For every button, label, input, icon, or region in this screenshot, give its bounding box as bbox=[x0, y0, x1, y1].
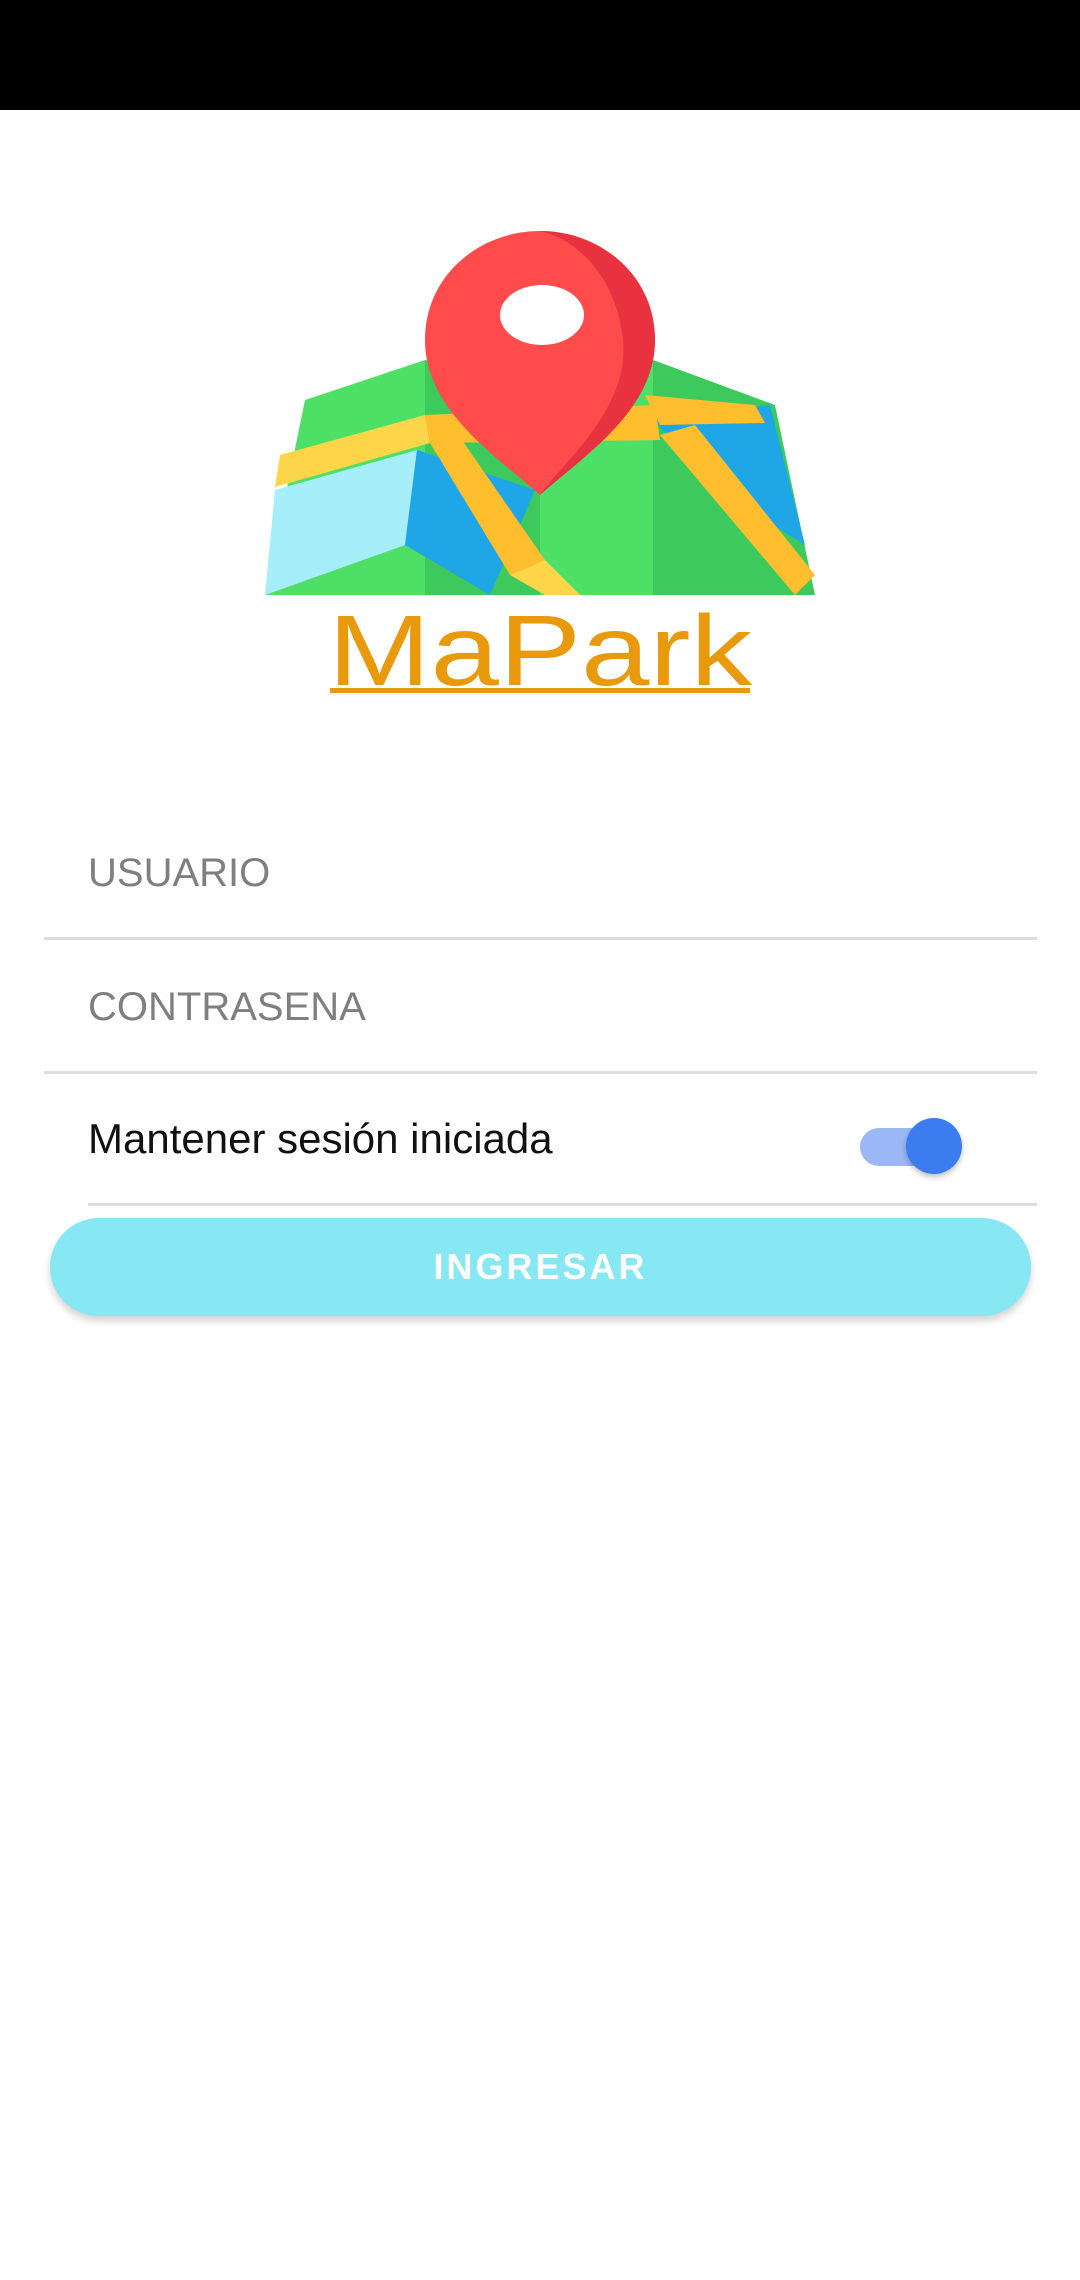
map-pin-logo-icon: MaPark bbox=[265, 231, 815, 700]
toggle-thumb bbox=[906, 1118, 962, 1174]
logo-text: MaPark bbox=[328, 595, 753, 700]
status-bar bbox=[0, 0, 1080, 110]
login-button[interactable]: INGRESAR bbox=[50, 1218, 1031, 1316]
mapark-logo: MaPark bbox=[255, 225, 830, 700]
password-input[interactable] bbox=[88, 944, 988, 1071]
password-field bbox=[44, 944, 1037, 1074]
keep-session-toggle[interactable] bbox=[860, 1116, 962, 1174]
username-input[interactable] bbox=[88, 810, 988, 937]
keep-session-row: Mantener sesión iniciada bbox=[88, 1074, 1037, 1206]
keep-session-label: Mantener sesión iniciada bbox=[88, 1115, 553, 1162]
username-field bbox=[44, 810, 1037, 940]
